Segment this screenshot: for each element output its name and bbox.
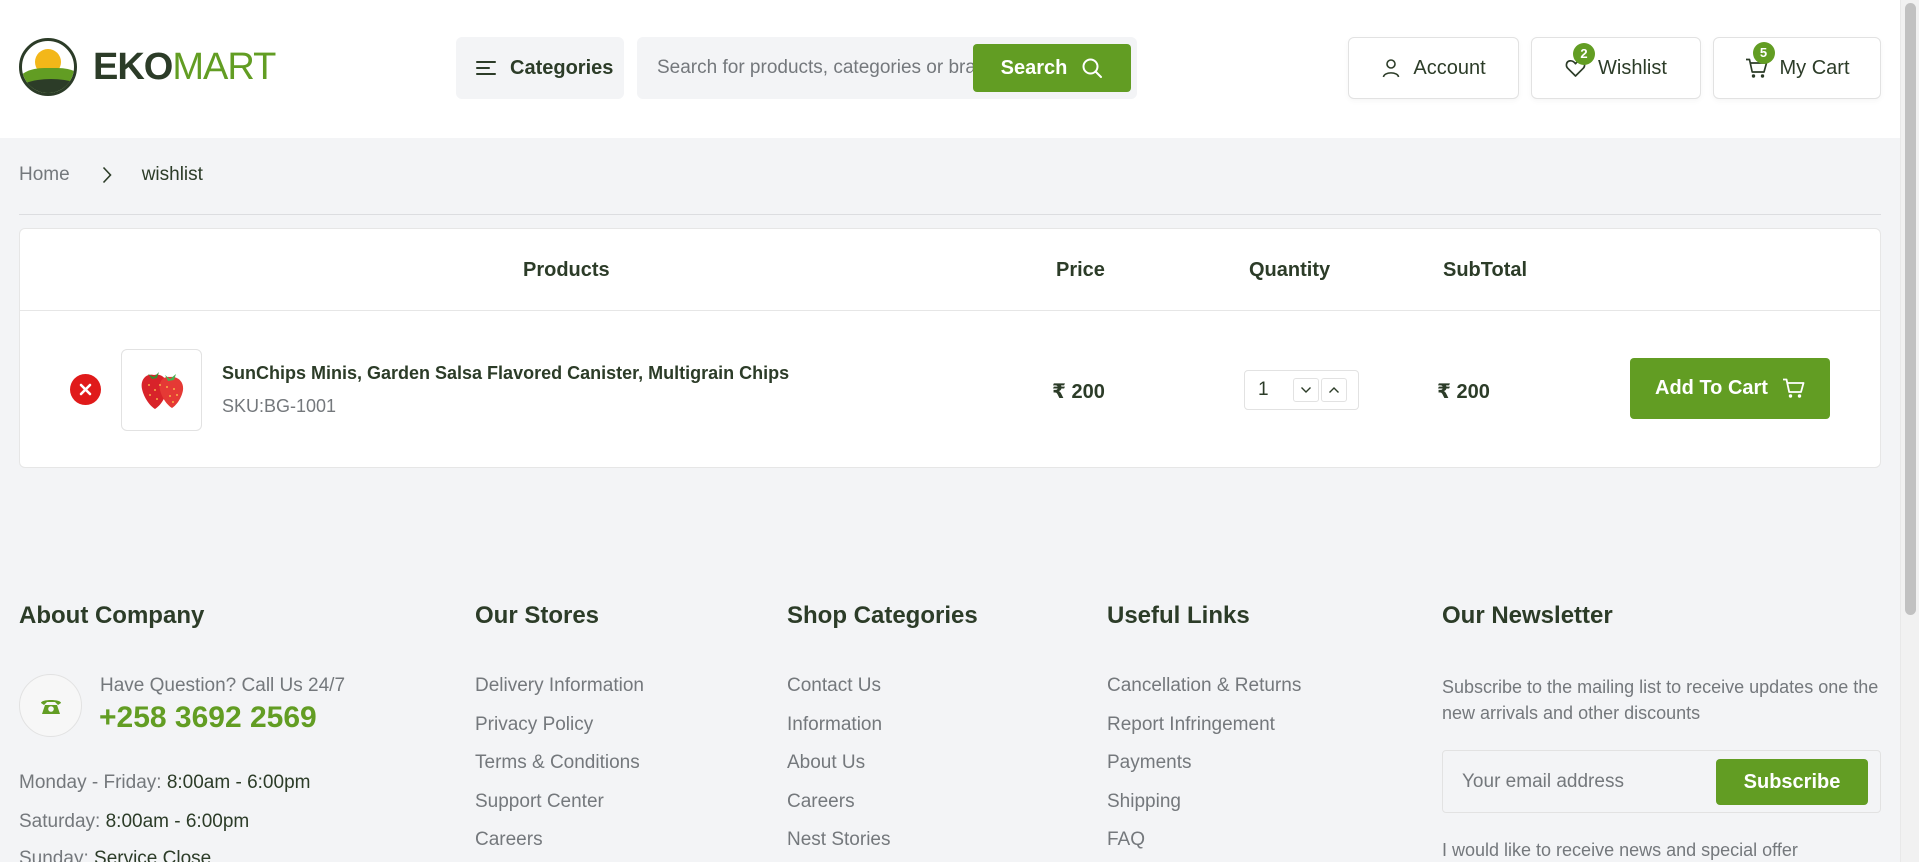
categories-button[interactable]: Categories (456, 37, 624, 99)
phone-number[interactable]: +258 3692 2569 (99, 701, 317, 735)
footer-link-nest-stories[interactable]: Nest Stories (787, 829, 890, 851)
product-price: ₹ 200 (1052, 381, 1105, 403)
footer-link-support-center[interactable]: Support Center (475, 791, 604, 813)
newsletter-description: Subscribe to the mailing list to receive… (1442, 677, 1879, 723)
product-thumbnail[interactable] (121, 349, 202, 431)
chevron-up-icon (1329, 387, 1339, 393)
search-bar: Search (637, 37, 1137, 99)
hours-weekday: Monday - Friday: 8:00am - 6:00pm (19, 772, 311, 793)
footer-link-faq[interactable]: FAQ (1107, 829, 1145, 851)
logo-text: EKOMART (93, 46, 276, 88)
header-subtotal: SubTotal (1443, 259, 1528, 281)
logo[interactable]: EKOMART (19, 38, 276, 96)
chevron-right-icon (102, 166, 112, 184)
page-scrollbar[interactable] (1900, 0, 1919, 862)
site-header: EKOMART Categories Search Account 2 Wish… (0, 0, 1900, 138)
footer-link-contact-us[interactable]: Contact Us (787, 675, 881, 697)
subscribe-button[interactable]: Subscribe (1716, 759, 1868, 805)
logo-mark-icon (19, 38, 77, 96)
strawberry-icon (141, 372, 183, 409)
breadcrumb-divider (19, 214, 1881, 215)
wishlist-button[interactable]: 2 Wishlist (1531, 37, 1701, 99)
footer-stores-title: Our Stores (475, 602, 600, 629)
newsletter-consent[interactable]: I would like to receive news and special… (1442, 840, 1798, 861)
header-price: Price (1056, 259, 1105, 281)
search-icon (1082, 58, 1103, 78)
footer-about-title: About Company (19, 602, 205, 629)
footer-newsletter-title: Our Newsletter (1442, 602, 1613, 629)
account-button[interactable]: Account (1348, 37, 1519, 99)
footer-link-report-infringement[interactable]: Report Infringement (1107, 714, 1275, 736)
search-input[interactable] (649, 47, 979, 89)
footer-categories-title: Shop Categories (787, 602, 978, 629)
breadcrumb-current: wishlist (141, 164, 203, 185)
user-icon (1381, 58, 1401, 78)
footer-link-shipping[interactable]: Shipping (1107, 791, 1181, 813)
cart-icon: 5 (1745, 41, 1775, 79)
footer-link-information[interactable]: Information (787, 714, 882, 736)
close-icon (79, 383, 92, 396)
footer-link-careers-2[interactable]: Careers (787, 791, 855, 813)
hours-saturday: Saturday: 8:00am - 6:00pm (19, 811, 250, 832)
heart-icon: 2 (1565, 42, 1596, 78)
menu-icon (476, 57, 496, 79)
phone-question: Have Question? Call Us 24/7 (100, 675, 346, 696)
product-subtotal: ₹ 200 (1437, 381, 1490, 403)
wishlist-table: Products Price Quantity SubTotal SunChip… (19, 228, 1881, 468)
categories-label: Categories (510, 56, 614, 79)
wishlist-count-badge: 2 (1573, 42, 1596, 65)
cart-button[interactable]: 5 My Cart (1713, 37, 1881, 99)
footer-useful-title: Useful Links (1107, 602, 1250, 629)
cart-count-badge: 5 (1752, 41, 1775, 64)
header-products: Products (523, 259, 610, 281)
quantity-value[interactable]: 1 (1245, 379, 1293, 401)
breadcrumb-home[interactable]: Home (19, 164, 70, 186)
breadcrumb: Home wishlist (19, 164, 203, 186)
footer-link-delivery-information[interactable]: Delivery Information (475, 675, 644, 697)
footer-link-terms-conditions[interactable]: Terms & Conditions (475, 752, 640, 774)
remove-item-button[interactable] (70, 374, 101, 405)
table-header: Products Price Quantity SubTotal (20, 229, 1880, 311)
hours-sunday: Sunday: Service Close (19, 848, 212, 862)
cart-label: My Cart (1779, 56, 1850, 79)
scrollbar-thumb[interactable] (1905, 3, 1916, 615)
cart-icon (1782, 378, 1805, 398)
account-label: Account (1413, 56, 1486, 79)
search-button-label: Search (1000, 56, 1068, 79)
newsletter-form: Subscribe (1442, 750, 1881, 813)
product-name[interactable]: SunChips Minis, Garden Salsa Flavored Ca… (222, 363, 789, 384)
quantity-stepper[interactable]: 1 (1244, 370, 1359, 410)
footer-link-payments[interactable]: Payments (1107, 752, 1191, 774)
chevron-down-icon (1301, 387, 1311, 393)
product-sku: SKU:BG-1001 (222, 396, 337, 416)
footer-link-privacy-policy[interactable]: Privacy Policy (475, 714, 593, 736)
add-to-cart-button[interactable]: Add To Cart (1630, 358, 1830, 419)
phone-icon (19, 674, 82, 737)
footer-link-about-us[interactable]: About Us (787, 752, 865, 774)
search-button[interactable]: Search (973, 44, 1131, 92)
wishlist-label: Wishlist (1598, 56, 1667, 79)
footer-link-careers[interactable]: Careers (475, 829, 543, 851)
quantity-decrease-button[interactable] (1293, 378, 1319, 402)
newsletter-email-input[interactable] (1453, 761, 1703, 803)
quantity-increase-button[interactable] (1321, 378, 1347, 402)
footer-link-cancellation-returns[interactable]: Cancellation & Returns (1107, 675, 1301, 697)
add-to-cart-label: Add To Cart (1655, 377, 1768, 399)
header-quantity: Quantity (1249, 259, 1331, 281)
